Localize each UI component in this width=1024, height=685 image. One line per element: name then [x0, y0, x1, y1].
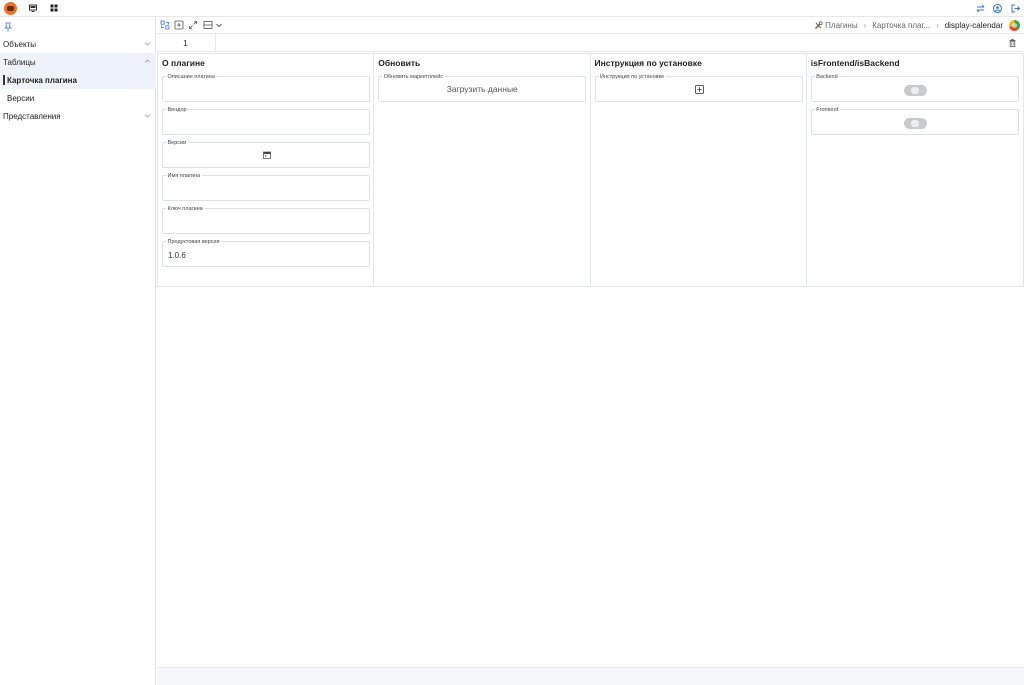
panel-title: isFrontend/isBackend — [810, 58, 900, 68]
field-label: Frontend — [814, 107, 840, 113]
chevron-down-icon — [144, 114, 151, 118]
sidebar-group-label: Таблицы — [3, 57, 36, 67]
panel-title: Обновить — [378, 58, 421, 68]
calendar-icon[interactable] — [263, 151, 271, 159]
sidebar-group-tables[interactable]: Таблицы — [0, 53, 156, 71]
record-number[interactable]: 1 — [156, 34, 216, 52]
add-box-icon[interactable] — [174, 20, 184, 30]
chevron-up-icon — [144, 59, 151, 63]
chevron-right-icon: › — [863, 21, 867, 30]
panels: О плагине Описание плагина Вендор Версии… — [157, 53, 1024, 287]
plugin-key-field[interactable]: Ключ плагина — [162, 206, 370, 234]
chevron-down-icon[interactable] — [214, 20, 224, 30]
sidebar-item-label: Версии — [7, 93, 35, 103]
tools-icon — [815, 21, 823, 29]
logout-icon[interactable] — [1010, 3, 1021, 14]
plugin-name-field[interactable]: Имя плагина — [162, 173, 370, 201]
chevron-down-icon — [144, 42, 151, 46]
layout-icon[interactable] — [203, 20, 213, 30]
breadcrumb-item-current: display-calendar — [944, 21, 1003, 30]
breadcrumb: Плагины › Карточка плаг... › display-cal… — [814, 17, 1020, 34]
product-version-field[interactable]: Продуктовая версия 1.0.6 — [162, 239, 370, 267]
panel-flags: isFrontend/isBackend Backend Frontend — [807, 54, 1023, 286]
update-marketplace-field: Обновить маркетплейс Загрузить данные — [378, 74, 587, 102]
app-logo[interactable] — [4, 2, 17, 15]
sidebar-item-plugin-card[interactable]: Карточка плагина — [0, 71, 156, 89]
sidebar-item-versions[interactable]: Версии — [0, 89, 156, 107]
field-label: Имя плагина — [166, 173, 202, 179]
arrange-icon[interactable] — [160, 20, 170, 30]
top-bar — [0, 0, 1024, 17]
sidebar-item-label: Карточка плагина — [7, 75, 77, 85]
sidebar-group-label: Представления — [3, 111, 61, 121]
backend-toggle[interactable] — [903, 85, 927, 96]
backend-field: Backend — [810, 74, 1019, 102]
sidebar-group-objects[interactable]: Объекты — [0, 35, 156, 53]
sidebar: Объекты Таблицы Карточка плагина Версии … — [0, 17, 156, 685]
avatar[interactable] — [1009, 20, 1020, 31]
panel-about: О плагине Описание плагина Вендор Версии… — [158, 54, 375, 286]
field-value: 1.0.6 — [168, 251, 186, 260]
add-file-icon[interactable] — [694, 85, 704, 94]
monitor-icon[interactable] — [28, 3, 38, 13]
field-label: Описание плагина — [166, 74, 217, 80]
field-label: Продуктовая версия — [166, 239, 222, 245]
field-label: Вендор — [166, 107, 189, 113]
chevron-right-icon: › — [936, 21, 939, 30]
pin-icon[interactable] — [4, 22, 12, 32]
field-label: Версии — [166, 140, 188, 146]
sidebar-group-views[interactable]: Представления — [0, 107, 156, 125]
sidebar-group-label: Объекты — [3, 39, 36, 49]
transfer-icon[interactable] — [975, 3, 986, 14]
frontend-field: Frontend — [810, 107, 1019, 135]
expand-icon[interactable] — [188, 20, 198, 30]
bottom-bar — [157, 667, 1024, 685]
toolbar: Плагины › Карточка плаг... › display-cal… — [156, 17, 1024, 34]
record-bar: 1 — [156, 34, 1024, 52]
description-field[interactable]: Описание плагина — [162, 74, 370, 102]
trash-icon[interactable] — [1009, 39, 1016, 47]
panel-update: Обновить Обновить маркетплейс Загрузить … — [374, 54, 591, 286]
frontend-toggle[interactable] — [903, 118, 927, 129]
panel-title: О плагине — [162, 58, 205, 68]
versions-field[interactable]: Версии — [162, 140, 370, 168]
field-label: Инструкция по установке — [598, 74, 666, 80]
load-data-button[interactable]: Загрузить данные — [379, 77, 585, 101]
breadcrumb-item-plugin-card[interactable]: Карточка плаг... — [872, 21, 930, 30]
panel-title: Инструкция по установке — [594, 58, 702, 68]
apps-grid-icon[interactable] — [49, 3, 59, 13]
install-instruction-field: Инструкция по установке — [594, 74, 803, 102]
vendor-field[interactable]: Вендор — [162, 107, 370, 135]
user-circle-icon[interactable] — [992, 3, 1003, 14]
field-label: Backend — [814, 74, 840, 80]
panel-install: Инструкция по установке Инструкция по ус… — [591, 54, 807, 286]
field-label: Ключ плагина — [166, 206, 205, 212]
breadcrumb-item-plugins[interactable]: Плагины — [825, 21, 857, 30]
